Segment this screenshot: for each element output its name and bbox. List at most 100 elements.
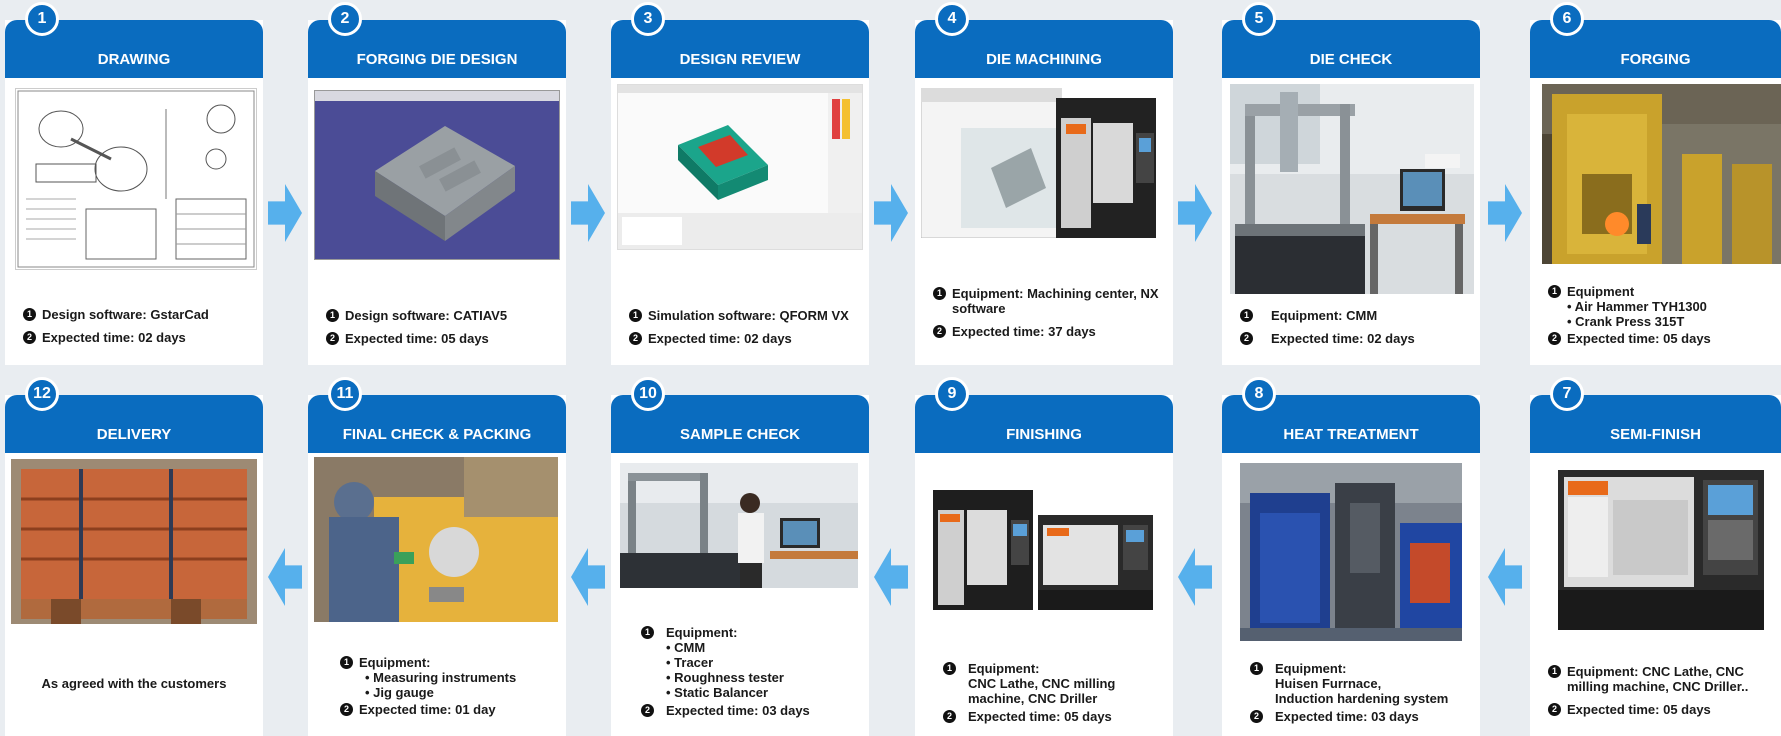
detail-line: 1 Equipment: CNC Lathe, CNC milling machi…: [1548, 664, 1771, 694]
detail-line: 2 Expected time: 01 day: [340, 702, 556, 717]
number-bullet-icon: 1: [326, 309, 339, 322]
detail-line: 1 Equipment: Huisen Furrnace, Induction …: [1250, 661, 1470, 706]
arrow-left-icon: [1488, 548, 1522, 606]
step-card-heat-treatment: HEAT TREATMENT 8 1 Equipment: Huisen Fur…: [1222, 377, 1480, 736]
number-bullet-icon: 1: [629, 309, 642, 322]
arrow-right-icon: [1178, 184, 1212, 242]
arrow-right-icon: [874, 184, 908, 242]
step-card-final-check-packing: FINAL CHECK & PACKING 11 1 Equipment: • …: [308, 377, 566, 736]
step-card-forging: FORGING 6 1 Equipment • Air Hammer TYH13…: [1530, 2, 1781, 365]
step-number-badge: 6: [1550, 2, 1584, 36]
sub-list: • Air Hammer TYH1300 • Crank Press 315T: [1567, 299, 1707, 329]
step-details: 1 Equipment • Air Hammer TYH1300 • Crank…: [1548, 284, 1771, 354]
step-title: FORGING: [1620, 51, 1691, 68]
step-details: 1 Equipment: CNC Lathe, CNC milling machi…: [1548, 664, 1771, 725]
step-details: 1 Equipment: Machining center, NX softwar…: [933, 286, 1163, 347]
delivery-note: As agreed with the customers: [41, 676, 227, 691]
arrow-right-icon: [1488, 184, 1522, 242]
step-title: HEAT TREATMENT: [1283, 426, 1419, 443]
step-details: 1 Equipment: CNC Lathe, CNC milling mach…: [943, 661, 1163, 732]
step-details: 1 Simulation software: QFORM VX 2 Expected…: [629, 308, 859, 354]
detail-line: 1 Design software: GstarCad: [23, 307, 253, 322]
step-details: 1 Equipment: CMM 2 Expected time: 02 days: [1240, 308, 1470, 354]
cnc-lathe-image: [1558, 465, 1764, 633]
step-number-badge: 12: [25, 377, 59, 411]
number-bullet-icon: 1: [340, 656, 353, 669]
sub-list: • CMM • Tracer • Roughness tester • Stat…: [666, 640, 784, 700]
detail-line: 2 Expected time: 37 days: [933, 324, 1163, 339]
step-title: DIE MACHINING: [986, 51, 1102, 68]
step-number-badge: 8: [1242, 377, 1276, 411]
detail-line: 1 Simulation software: QFORM VX: [629, 308, 859, 323]
step-details: 1 Equipment: • Measuring instruments • J…: [340, 655, 556, 725]
number-bullet-icon: 1: [1250, 662, 1263, 675]
number-bullet-icon: 2: [340, 703, 353, 716]
forging-hammer-image: [1542, 84, 1781, 264]
detail-line: 1 Equipment: • CMM • Tracer • Roughness …: [641, 625, 859, 700]
step-number-badge: 3: [631, 2, 665, 36]
step-number-badge: 9: [935, 377, 969, 411]
number-bullet-icon: 2: [641, 704, 654, 717]
step-details: 1 Design software: CATIAV5 2 Expected time…: [326, 308, 556, 354]
number-bullet-icon: 1: [1548, 285, 1561, 298]
packed-pallet-image: [11, 459, 257, 624]
arrow-left-icon: [874, 548, 908, 606]
detail-line: 2 Expected time: 02 days: [629, 331, 859, 346]
step-title: DESIGN REVIEW: [679, 51, 801, 68]
arrow-right-icon: [268, 184, 302, 242]
detail-line: 2 Expected time: 02 days: [23, 330, 253, 345]
heat-treatment-furnace-image: [1240, 463, 1462, 641]
number-bullet-icon: 1: [943, 662, 956, 675]
step-title: DRAWING: [97, 51, 171, 68]
number-bullet-icon: 1: [1548, 665, 1561, 678]
step-title: FINAL CHECK & PACKING: [342, 426, 532, 443]
step-number-badge: 10: [631, 377, 665, 411]
detail-line: 2 Expected time: 05 days: [1548, 331, 1771, 346]
number-bullet-icon: 1: [933, 287, 946, 300]
number-bullet-icon: 1: [23, 308, 36, 321]
step-card-semi-finish: SEMI-FINISH 7 1 Equipment: CNC Lathe, CNC…: [1530, 377, 1781, 736]
final-inspection-image: [314, 457, 558, 622]
step-title: DELIVERY: [96, 426, 172, 443]
detail-line: 2 Expected time: 05 days: [326, 331, 556, 346]
number-bullet-icon: 2: [1548, 703, 1561, 716]
number-bullet-icon: 2: [23, 331, 36, 344]
number-bullet-icon: 1: [641, 626, 654, 639]
step-number-badge: 7: [1550, 377, 1584, 411]
detail-line: 2 Expected time: 03 days: [641, 703, 859, 718]
number-bullet-icon: 2: [1250, 710, 1263, 723]
step-title: DIE CHECK: [1309, 51, 1393, 68]
arrow-right-icon: [571, 184, 605, 242]
arrow-left-icon: [571, 548, 605, 606]
step-card-die-check: DIE CHECK 5 1 Equipment: CMM 2 Expected ti…: [1222, 2, 1480, 365]
technical-drawing-image: [15, 88, 257, 270]
cnc-machines-image: [933, 480, 1153, 610]
step-details: 1 Equipment: Huisen Furrnace, Induction …: [1250, 661, 1470, 732]
detail-line: 1 Design software: CATIAV5: [326, 308, 556, 323]
number-bullet-icon: 2: [629, 332, 642, 345]
detail-line: 1 Equipment: Machining center, NX softwar…: [933, 286, 1163, 316]
step-number-badge: 1: [25, 2, 59, 36]
detail-line: 2 Expected time: 05 days: [1548, 702, 1771, 717]
arrow-left-icon: [268, 548, 302, 606]
step-number-badge: 11: [328, 377, 362, 411]
sub-list: Huisen Furrnace, Induction hardening sys…: [1275, 676, 1449, 706]
detail-line: 1 Equipment: CMM: [1240, 308, 1470, 323]
machining-center-image: [921, 88, 1161, 238]
sub-list: • Measuring instruments • Jig gauge: [365, 670, 517, 700]
step-card-drawing: DRAWING 1 1 Design software: GstarCad 2 Ex…: [5, 2, 263, 365]
number-bullet-icon: 2: [933, 325, 946, 338]
number-bullet-icon: 2: [1240, 332, 1253, 345]
detail-line: 2 Expected time: 05 days: [943, 709, 1163, 724]
step-card-die-machining: DIE MACHINING 4 1 Equipment: Machining ce…: [915, 2, 1173, 365]
step-card-design-review: DESIGN REVIEW 3 1 Simulation software: QF…: [611, 2, 869, 365]
detail-line: 1 Equipment • Air Hammer TYH1300 • Crank…: [1548, 284, 1771, 329]
detail-line: 1 Equipment: CNC Lathe, CNC milling mach…: [943, 661, 1163, 706]
simulation-software-image: [617, 84, 863, 250]
detail-line: 2 Expected time: 02 days: [1240, 331, 1470, 346]
step-number-badge: 4: [935, 2, 969, 36]
step-title: FORGING DIE DESIGN: [356, 51, 518, 68]
step-number-badge: 2: [328, 2, 362, 36]
detail-line: 2 Expected time: 03 days: [1250, 709, 1470, 724]
number-bullet-icon: 2: [326, 332, 339, 345]
